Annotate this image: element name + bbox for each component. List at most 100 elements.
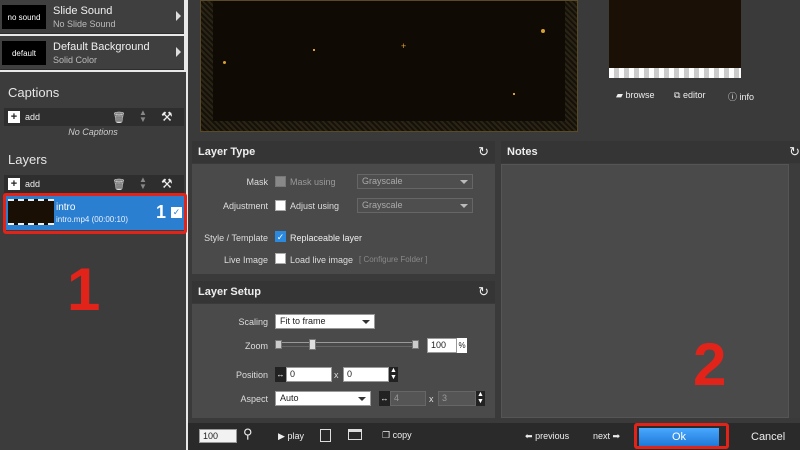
default-background-subtitle: Solid Color	[53, 55, 98, 65]
adjustment-check-label: Adjust using	[290, 201, 340, 211]
position-separator: x	[334, 370, 339, 380]
scaling-label: Scaling	[238, 317, 268, 327]
captions-toolbar: + add 🗑 ▲ ▼ ⚒	[4, 108, 184, 126]
info-label: info	[739, 92, 755, 102]
chevron-right-icon[interactable]	[176, 11, 181, 21]
layer-setup-header: Layer Setup ↻	[192, 281, 495, 303]
captions-title: Captions	[8, 85, 60, 100]
slide-sound-item[interactable]: no sound Slide Sound No Slide Sound	[0, 0, 184, 34]
adjustment-select: Grayscale	[357, 198, 473, 213]
folder-icon: ▰	[616, 90, 623, 100]
zoom-slider-handle[interactable]	[309, 339, 316, 350]
notes-textarea[interactable]	[501, 164, 789, 418]
arrow-right-icon: ➡	[612, 431, 621, 441]
live-image-check-label: Load live image	[290, 255, 354, 265]
aspect-label: Aspect	[240, 394, 268, 404]
refresh-icon[interactable]: ↻	[478, 284, 489, 300]
cancel-button[interactable]: Cancel	[751, 431, 785, 443]
transparency-strip	[609, 68, 741, 78]
refresh-icon[interactable]: ↻	[789, 144, 800, 160]
sidebar: no sound Slide Sound No Slide Sound defa…	[0, 0, 188, 450]
trash-icon[interactable]: 🗑	[112, 178, 126, 191]
live-image-checkbox[interactable]	[275, 253, 286, 264]
loop-icon[interactable]	[320, 429, 331, 442]
chevron-down-icon	[362, 320, 370, 324]
sparkle	[223, 61, 226, 64]
browse-label: browse	[625, 90, 655, 100]
notes-title: Notes	[507, 146, 538, 158]
vertical-arrows-icon[interactable]: ▲ ▼	[389, 367, 398, 382]
zoom-level-input[interactable]: 100	[199, 429, 237, 443]
sparkle: +	[401, 41, 407, 51]
slide-preview: +	[213, 1, 565, 121]
add-layer-icon[interactable]: +	[8, 178, 20, 190]
slide-sound-subtitle: No Slide Sound	[53, 19, 116, 29]
chevron-down-icon	[460, 180, 468, 184]
refresh-icon[interactable]: ↻	[478, 144, 489, 160]
scaling-select-value: Fit to frame	[280, 316, 326, 326]
move-updown-icon[interactable]: ▲ ▼	[139, 109, 147, 124]
add-layer-button[interactable]: add	[25, 179, 40, 189]
adjustment-checkbox[interactable]	[275, 200, 286, 211]
mask-select: Grayscale	[357, 174, 473, 189]
previous-button[interactable]: ⬅ previous	[525, 431, 569, 442]
tools-icon[interactable]: ⚒	[161, 109, 173, 125]
play-label: play	[287, 431, 304, 441]
marker-2: 2	[693, 331, 727, 398]
trash-icon[interactable]: 🗑	[112, 111, 126, 124]
notes-scrollbar[interactable]	[789, 164, 800, 418]
adjustment-label: Adjustment	[222, 201, 268, 211]
tools-icon[interactable]: ⚒	[161, 176, 173, 192]
highlight-box-2	[634, 423, 729, 449]
copy-label: copy	[392, 430, 412, 440]
slide-sound-title: Slide Sound	[53, 5, 113, 17]
aspect-y-input: 3	[438, 391, 476, 406]
copy-icon: ❐	[382, 430, 391, 440]
position-x-input[interactable]: 0	[286, 367, 332, 382]
add-caption-icon[interactable]: +	[8, 111, 20, 123]
info-icon: ⓘ	[728, 92, 738, 102]
aspect-x-input: 4	[390, 391, 426, 406]
slide-sound-thumb: no sound	[2, 5, 46, 29]
search-icon[interactable]: ⚲	[243, 426, 253, 442]
play-icon: ▶	[278, 431, 285, 441]
sparkle	[313, 49, 315, 51]
default-background-thumb: default	[2, 41, 46, 65]
previous-label: previous	[535, 431, 570, 441]
layer-type-title: Layer Type	[198, 146, 256, 158]
style-label: Style / Template	[204, 233, 268, 243]
replaceable-layer-checkbox[interactable]: ✓	[275, 231, 286, 242]
editor-button[interactable]: ⧉ editor	[674, 90, 705, 101]
browse-button[interactable]: ▰ browse	[616, 90, 654, 101]
zoom-slider-track[interactable]	[277, 342, 419, 347]
zoom-slider-max	[412, 340, 419, 349]
window-icon[interactable]	[348, 429, 362, 440]
mask-checkbox[interactable]	[275, 176, 286, 187]
sparkle	[541, 29, 545, 33]
zoom-label: Zoom	[244, 341, 268, 351]
replaceable-layer-label: Replaceable layer	[290, 233, 363, 243]
arrow-left-icon: ⬅	[525, 431, 533, 441]
play-button[interactable]: ▶ play	[278, 431, 304, 442]
next-label: next	[593, 431, 611, 441]
layer-setup-title: Layer Setup	[198, 286, 261, 298]
notes-header: Notes ↻	[501, 141, 800, 163]
zoom-slider-min	[275, 340, 282, 349]
layer-preview-thumb	[609, 0, 741, 78]
add-caption-button[interactable]: add	[25, 112, 40, 122]
chevron-right-icon[interactable]	[176, 47, 181, 57]
next-button[interactable]: next ➡	[593, 431, 620, 442]
aspect-select[interactable]: Auto	[275, 391, 371, 406]
default-background-item[interactable]: default Default Background Solid Color	[0, 36, 184, 70]
horizontal-arrows-icon: ↔	[275, 367, 286, 382]
info-button[interactable]: ⓘ info	[728, 90, 754, 103]
mask-check-label: Mask using	[290, 177, 336, 187]
marker-1: 1	[67, 256, 101, 323]
scaling-select[interactable]: Fit to frame	[275, 314, 375, 329]
highlight-box-1	[3, 193, 187, 234]
position-y-input[interactable]: 0	[343, 367, 389, 382]
zoom-input[interactable]: 100	[427, 338, 457, 353]
zoom-unit: %	[457, 338, 467, 353]
copy-button[interactable]: ❐ copy	[382, 430, 412, 441]
move-updown-icon[interactable]: ▲ ▼	[139, 176, 147, 191]
